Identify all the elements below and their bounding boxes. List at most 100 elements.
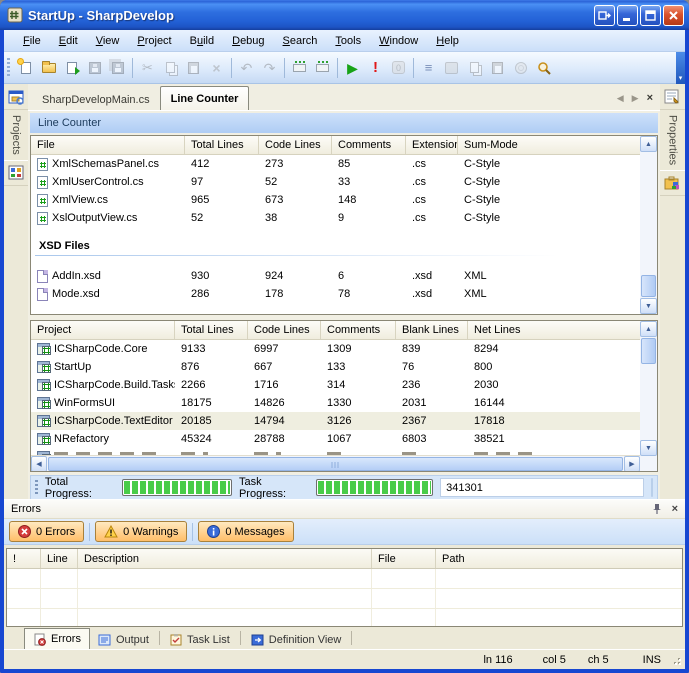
classes-pad-button[interactable] bbox=[4, 160, 28, 186]
close-panel-icon[interactable]: × bbox=[672, 503, 678, 515]
column-header-extension[interactable]: Extension bbox=[406, 136, 458, 154]
abort-button[interactable]: ! bbox=[364, 57, 387, 79]
column-header-blank-lines[interactable]: Blank Lines bbox=[396, 321, 468, 339]
comment-region-button[interactable] bbox=[288, 57, 311, 79]
scroll-up-icon[interactable]: ▲ bbox=[640, 136, 657, 152]
undo-button[interactable]: ↶ bbox=[235, 57, 258, 79]
resize-grip[interactable] bbox=[669, 653, 682, 666]
scroll-thumb[interactable] bbox=[641, 338, 656, 364]
menu-file[interactable]: File bbox=[14, 32, 50, 50]
column-header-severity[interactable]: ! bbox=[7, 549, 41, 568]
menu-help[interactable]: Help bbox=[427, 32, 468, 50]
close-tab-icon[interactable]: × bbox=[647, 92, 653, 104]
scroll-down-icon[interactable]: ▼ bbox=[640, 440, 657, 456]
file-row[interactable]: XmlSchemasPanel.cs 412 273 85 .cs C-Styl… bbox=[31, 155, 640, 173]
column-header-project[interactable]: Project bbox=[31, 321, 175, 339]
menu-window[interactable]: Window bbox=[370, 32, 427, 50]
scroll-down-icon[interactable]: ▼ bbox=[640, 298, 657, 314]
toolbox-pad-button[interactable] bbox=[660, 170, 685, 196]
next-tab-icon[interactable]: ▶ bbox=[632, 93, 639, 104]
minimize-button[interactable] bbox=[617, 5, 638, 26]
uncomment-region-button[interactable] bbox=[311, 57, 334, 79]
progress-toolbar-grip[interactable] bbox=[35, 480, 38, 495]
save-all-button[interactable] bbox=[106, 57, 129, 79]
column-header-path[interactable]: Path bbox=[436, 549, 682, 568]
float-window-button[interactable] bbox=[594, 5, 615, 26]
menu-tools[interactable]: Tools bbox=[326, 32, 370, 50]
files-table-vscrollbar[interactable]: ▲ ▼ bbox=[640, 136, 657, 314]
column-header-file[interactable]: File bbox=[31, 136, 185, 154]
tab-sharpdevelopmain[interactable]: SharpDevelopMain.cs bbox=[32, 89, 160, 110]
column-header-total-lines[interactable]: Total Lines bbox=[175, 321, 248, 339]
scroll-right-icon[interactable]: ▶ bbox=[624, 456, 640, 472]
component-button[interactable] bbox=[440, 57, 463, 79]
tab-line-counter[interactable]: Line Counter bbox=[160, 86, 250, 110]
filter-warnings-button[interactable]: 0 Warnings bbox=[95, 521, 187, 542]
scroll-left-icon[interactable]: ◀ bbox=[31, 456, 47, 472]
project-row[interactable]: WinFormsUI 18175 14826 1330 2031 16144 bbox=[31, 394, 640, 412]
menu-search[interactable]: Search bbox=[274, 32, 327, 50]
tab-output[interactable]: Output bbox=[90, 630, 157, 649]
scroll-track[interactable] bbox=[640, 152, 657, 274]
paste-button[interactable] bbox=[182, 57, 205, 79]
rebuild-button[interactable] bbox=[486, 57, 509, 79]
scroll-thumb[interactable] bbox=[641, 275, 656, 297]
column-header-net-lines[interactable]: Net Lines bbox=[468, 321, 640, 339]
project-row[interactable]: NRefactory 45324 28788 1067 6803 38521 bbox=[31, 430, 640, 448]
save-button[interactable] bbox=[83, 57, 106, 79]
project-row[interactable]: ICSharpCode.Core 9133 6997 1309 839 8294 bbox=[31, 340, 640, 358]
scroll-thumb[interactable] bbox=[48, 457, 623, 471]
projects-table-vscrollbar[interactable]: ▲ ▼ bbox=[640, 321, 657, 471]
close-button[interactable] bbox=[663, 5, 684, 26]
build-button[interactable] bbox=[463, 57, 486, 79]
run-button[interactable]: ▶ bbox=[341, 57, 364, 79]
tab-task-list[interactable]: Task List bbox=[162, 630, 238, 649]
project-row[interactable]: StartUp 876 667 133 76 800 bbox=[31, 358, 640, 376]
file-row[interactable]: Mode.xsd 286 178 78 .xsd XML bbox=[31, 285, 640, 303]
projects-table-hscrollbar[interactable]: ◀ ▶ bbox=[31, 455, 640, 471]
column-header-total-lines[interactable]: Total Lines bbox=[185, 136, 259, 154]
copy-button[interactable] bbox=[159, 57, 182, 79]
column-header-comments[interactable]: Comments bbox=[332, 136, 406, 154]
file-row[interactable]: XslOutputView.cs 52 38 9 .cs C-Style bbox=[31, 209, 640, 227]
toolbar-grip[interactable] bbox=[7, 58, 10, 78]
menu-debug[interactable]: Debug bbox=[223, 32, 273, 50]
column-header-line[interactable]: Line bbox=[41, 549, 78, 568]
toolbar-overflow-button[interactable]: ▾ bbox=[676, 52, 685, 84]
project-row-highlighted[interactable]: ICSharpCode.TextEditor 20185 14794 3126 … bbox=[31, 412, 640, 430]
menu-view[interactable]: View bbox=[87, 32, 129, 50]
file-row[interactable]: AddIn.xsd 930 924 6 .xsd XML bbox=[31, 267, 640, 285]
properties-pad-label[interactable]: Properties bbox=[667, 115, 679, 165]
open-with-button[interactable] bbox=[60, 57, 83, 79]
file-row[interactable]: XmlView.cs 965 673 148 .cs C-Style bbox=[31, 191, 640, 209]
maximize-button[interactable] bbox=[640, 5, 661, 26]
file-row[interactable]: XmlUserControl.cs 97 52 33 .cs C-Style bbox=[31, 173, 640, 191]
cut-button[interactable]: ✂ bbox=[136, 57, 159, 79]
tab-definition-view[interactable]: Definition View bbox=[243, 630, 350, 649]
profile-button[interactable]: 0 bbox=[387, 57, 410, 79]
column-header-comments[interactable]: Comments bbox=[321, 321, 396, 339]
search-button[interactable] bbox=[532, 57, 555, 79]
redo-button[interactable]: ↷ bbox=[258, 57, 281, 79]
menu-build[interactable]: Build bbox=[181, 32, 223, 50]
new-file-button[interactable] bbox=[14, 57, 37, 79]
projects-pad-label[interactable]: Projects bbox=[10, 115, 22, 155]
properties-pad-button[interactable] bbox=[660, 84, 685, 110]
menu-project[interactable]: Project bbox=[128, 32, 180, 50]
column-header-file[interactable]: File bbox=[372, 549, 436, 568]
tab-errors[interactable]: Errors bbox=[24, 628, 90, 649]
project-row[interactable]: ICSharpCode.Build.Tasks 2266 1716 314 23… bbox=[31, 376, 640, 394]
scroll-track[interactable] bbox=[640, 365, 657, 440]
delete-button[interactable]: × bbox=[205, 57, 228, 79]
prev-tab-icon[interactable]: ◀ bbox=[617, 93, 624, 104]
browse-web-button[interactable] bbox=[509, 57, 532, 79]
column-header-sum-mode[interactable]: Sum-Mode bbox=[458, 136, 640, 154]
column-header-code-lines[interactable]: Code Lines bbox=[259, 136, 332, 154]
menu-edit[interactable]: Edit bbox=[50, 32, 87, 50]
scroll-up-icon[interactable]: ▲ bbox=[640, 321, 657, 337]
open-button[interactable] bbox=[37, 57, 60, 79]
pin-icon[interactable] bbox=[652, 503, 662, 515]
filter-messages-button[interactable]: 0 Messages bbox=[198, 521, 293, 542]
filter-errors-button[interactable]: 0 Errors bbox=[9, 521, 84, 542]
column-header-code-lines[interactable]: Code Lines bbox=[248, 321, 321, 339]
